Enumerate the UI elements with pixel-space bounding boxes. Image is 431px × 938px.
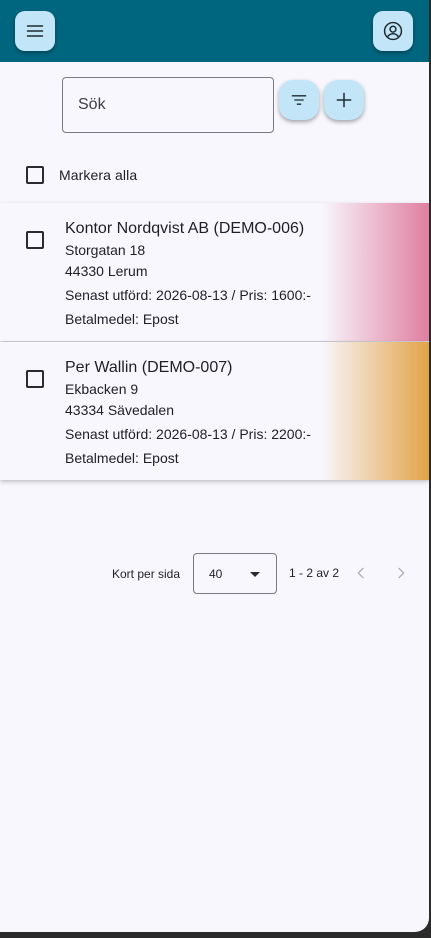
card-street: Storgatan 18 [65,242,146,258]
filter-list-icon [291,95,307,105]
account-circle-icon [383,21,403,41]
card-checkbox[interactable] [26,370,44,388]
card-last-done: Senast utförd: 2026-08-13 / Pris: 1600:- [65,287,311,303]
card-title: Kontor Nordqvist AB (DEMO-006) [65,220,305,237]
card-accent-stripe [321,342,429,480]
add-button[interactable] [324,80,364,120]
page-range-label: 1 - 2 av 2 [289,566,340,580]
filter-button[interactable] [279,80,319,120]
card-street: Ekbacken 9 [65,381,139,397]
page-size-select[interactable]: 40 [193,553,277,594]
previous-page-button[interactable] [349,561,373,585]
dropdown-arrow-icon [250,572,260,577]
card-checkbox[interactable] [26,231,44,249]
select-all-checkbox[interactable] [26,166,44,184]
select-all-label: Markera alla [59,167,138,183]
next-page-button[interactable] [389,561,413,585]
account-button[interactable] [373,11,413,51]
chevron-left-icon [357,567,364,579]
card-payment: Betalmedel: Epost [65,450,179,466]
top-app-bar [0,0,429,62]
menu-icon [26,25,44,37]
chevron-right-icon [398,567,405,579]
items-per-page-label: Kort per sida [112,567,181,581]
card-last-done: Senast utförd: 2026-08-13 / Pris: 2200:- [65,426,311,442]
menu-button[interactable] [15,11,55,51]
card-postal: 44330 Lerum [65,263,148,279]
card-title: Per Wallin (DEMO-007) [65,359,233,376]
app-window: Markera alla Kontor Nordqvist AB (DEMO-0… [0,0,429,932]
search-input[interactable] [78,96,258,114]
card-postal: 43334 Sävedalen [65,402,174,418]
search-field[interactable] [62,77,274,133]
customer-card[interactable]: Per Wallin (DEMO-007) Ekbacken 9 43334 S… [0,342,429,480]
page-size-value: 40 [209,566,223,581]
card-payment: Betalmedel: Epost [65,311,179,327]
card-accent-stripe [321,203,429,341]
add-icon [336,92,352,108]
customer-card[interactable]: Kontor Nordqvist AB (DEMO-006) Storgatan… [0,203,429,341]
